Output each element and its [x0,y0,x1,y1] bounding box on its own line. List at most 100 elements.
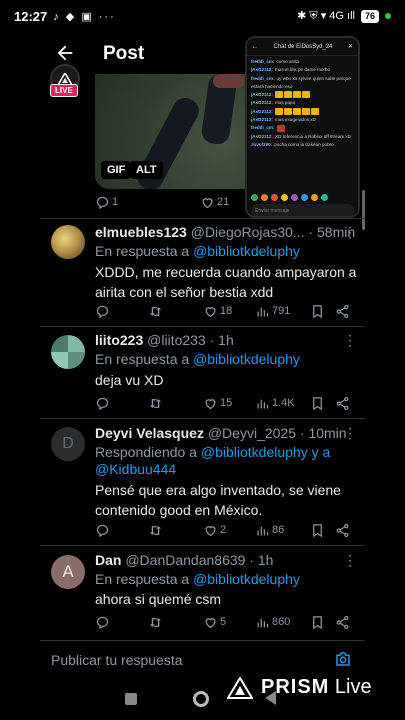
bookmark-button[interactable] [310,396,325,411]
emote-icon [283,108,292,116]
avatar[interactable]: A [51,555,85,589]
mention-link[interactable]: @bibliotkdeluphy y a [201,444,330,460]
chat-user: jAsD2112: [251,100,273,106]
reply-composer[interactable]: Publicar tu respuesta [40,640,365,678]
like-button[interactable]: 18 [203,304,232,319]
live-badge: LIVE [50,84,78,97]
avatar[interactable]: D [51,427,85,461]
mention-link[interactable]: @bibliotkdeluphy [193,571,300,587]
chat-text: mas exagerados xD [274,117,316,123]
views-button[interactable]: 86 [255,523,284,538]
reply-button[interactable] [95,304,110,319]
reply-icon [96,616,109,629]
alt-badge[interactable]: ALT [130,161,163,179]
like-button[interactable]: 15 [203,396,232,411]
author-handle[interactable]: @liito233 [147,332,206,348]
retweet-button[interactable] [148,396,163,411]
chat-text: XD referencia a Roblox off stream xD [274,133,351,139]
reply-icon [96,305,109,318]
chat-message: jAsD2112: mas el link pe dame morbo [251,66,354,74]
divider [40,326,365,327]
reply-icon [96,196,109,209]
more-options-icon[interactable]: ⋮ [343,552,357,569]
author-handle[interactable]: @Deyvi_2025 [208,425,296,441]
views-button[interactable]: 860 [255,615,290,630]
share-button[interactable] [335,523,350,538]
reply-button[interactable] [95,396,110,411]
views-button[interactable]: 791 [255,304,290,319]
author-name[interactable]: Deyvi Velasquez [95,425,204,441]
retweet-button[interactable] [148,304,163,319]
home-button[interactable] [193,691,209,707]
heart-icon [205,525,216,536]
reply-button[interactable] [95,523,110,538]
avatar[interactable] [51,225,85,259]
like-button[interactable]: 5 [203,615,226,630]
retweet-button[interactable] [148,615,163,630]
recents-button[interactable] [125,693,137,705]
more-options-icon[interactable]: ⋮ [343,224,357,241]
like-count: 5 [220,616,227,628]
notification-icons: ♪ ◆ ▣ ··· [53,10,116,23]
reply-button[interactable]: 1 [95,195,118,210]
bookmark-icon [313,615,322,629]
chat-header: ← Chat de ElDosSyd_24 ✕ [247,38,358,56]
author-name[interactable]: elmuebles123 [95,224,187,240]
retweet-button[interactable] [148,523,163,538]
first-tweet-actions: 1 21 [95,193,355,211]
chat-message: jAsD2112: mas exagerados xD [251,116,354,124]
chat-message: jAsD2112: [251,91,354,99]
chat-message: jAsD2112: mas papu [251,99,354,107]
views-icon [257,307,269,316]
avatar[interactable] [51,335,85,369]
share-button[interactable] [335,615,350,630]
author-name[interactable]: liito223 [95,332,143,348]
like-button[interactable]: 21 [200,195,229,210]
chat-messages: freddi_cm: como anita jAsD2112: mas el lin… [247,56,358,192]
tweet-author-line: Deyvi Velasquez @Deyvi_2025 · 10min [95,425,347,441]
share-button[interactable] [335,396,350,411]
chat-close-icon[interactable]: ✕ [348,43,353,50]
chat-user: freddi_cm: [251,59,275,64]
chat-message: jAsD2112: [251,108,354,116]
views-icon [257,526,269,535]
reply-context: En respuesta a @bibliotkdeluphy [95,243,300,259]
like-button[interactable]: 2 [203,523,226,538]
chat-user: Juvol290: [251,141,273,147]
more-options-icon[interactable]: ⋮ [343,425,357,442]
like-count: 15 [220,397,233,409]
chat-user: freddi_cm: [251,75,275,81]
author-name[interactable]: Dan [95,552,121,568]
more-options-icon[interactable]: ⋮ [343,332,357,349]
mention-link[interactable]: @bibliotkdeluphy [193,243,300,259]
bookmark-button[interactable] [310,523,325,538]
scrollbar[interactable] [362,190,365,230]
watermark-brand: PRISM [261,676,330,698]
emote-icon [292,108,301,116]
like-count: 18 [220,305,233,317]
mention-link[interactable]: @bibliotkdeluphy [193,351,300,367]
mention-link[interactable]: @Kidbuu444 [95,461,176,477]
tweet-text: Pensé que era algo inventado, se viene c… [95,482,341,518]
back-arrow-icon[interactable] [54,42,76,64]
reply-button[interactable] [95,615,110,630]
status-right: ✱ ⛨ ▾ 4G ıll 76 [297,9,391,23]
bookmark-button[interactable] [310,615,325,630]
share-icon [336,615,349,629]
author-handle[interactable]: @DanDandan8639 [125,552,245,568]
author-handle[interactable]: @DiegoRojas30... [191,224,305,240]
chat-user: jAsD2112: [251,92,273,98]
like-count: 21 [217,196,230,208]
view-count: 1.4K [272,397,295,409]
camera-icon[interactable] [334,650,352,668]
views-icon [257,618,269,627]
live-avatar[interactable]: LIVE [48,64,82,98]
share-button[interactable] [335,304,350,319]
reply-input[interactable]: Publicar tu respuesta [51,652,183,668]
views-button[interactable]: 1.4K [255,396,295,411]
stream-chat-overlay[interactable]: ← Chat de ElDosSyd_24 ✕ freddi_cm: como a… [245,36,360,218]
heart-icon [205,306,216,317]
media-figure [213,74,245,88]
bookmark-button[interactable] [310,304,325,319]
reply-count: 1 [112,196,119,208]
